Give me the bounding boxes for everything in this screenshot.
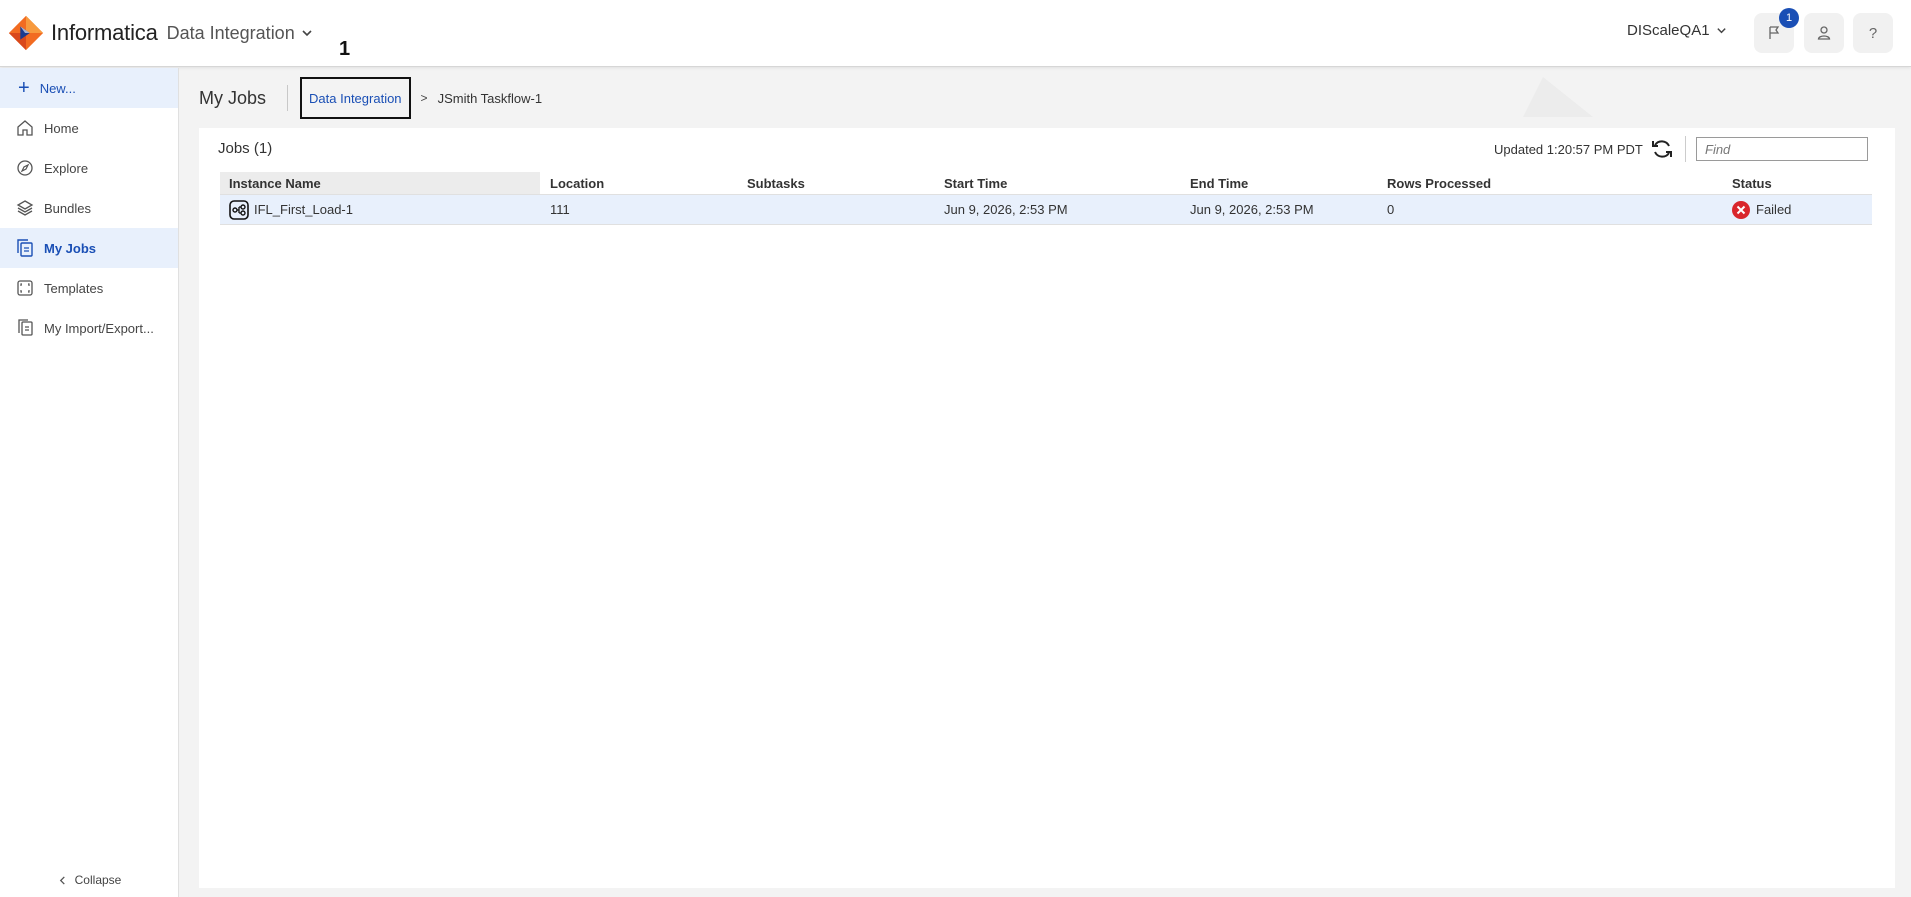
breadcrumb-link-label: Data Integration bbox=[309, 90, 402, 106]
sidebar-item-label: My Jobs bbox=[44, 240, 97, 256]
taskflow-icon bbox=[229, 199, 249, 220]
notification-badge: 1 bbox=[1779, 8, 1799, 28]
divider bbox=[287, 85, 289, 111]
brand-name: Informatica bbox=[51, 20, 158, 45]
service-name: Data Integration bbox=[166, 22, 295, 43]
column-header-subtasks[interactable]: Subtasks bbox=[737, 172, 934, 194]
cell-start-time: Jun 9, 2026, 2:53 PM bbox=[944, 202, 1068, 217]
page-header: My Jobs Data Integration > JSmith Taskfl… bbox=[199, 77, 543, 119]
sidebar-item-explore[interactable]: Explore bbox=[0, 148, 178, 188]
breadcrumb-current: JSmith Taskflow-1 bbox=[437, 90, 543, 106]
plus-icon: + bbox=[18, 77, 30, 99]
sidebar-item-label: Templates bbox=[44, 280, 104, 296]
jobs-count-title: Jobs (1) bbox=[218, 140, 273, 157]
step-marker: 1 bbox=[339, 38, 351, 60]
new-label: New... bbox=[39, 80, 76, 96]
collapse-label: Collapse bbox=[74, 873, 122, 887]
chevron-left-icon bbox=[59, 875, 65, 885]
column-header-location[interactable]: Location bbox=[540, 172, 737, 194]
top-header: Informatica Data Integration DIScaleQA1 … bbox=[0, 0, 1911, 67]
column-header-rows-processed[interactable]: Rows Processed bbox=[1377, 172, 1722, 194]
cell-end-time: Jun 9, 2026, 2:53 PM bbox=[1190, 202, 1314, 217]
table-header: Instance Name Location Subtasks Start Ti… bbox=[220, 172, 1872, 194]
sidebar-item-label: My Import/Export... bbox=[44, 320, 154, 336]
breadcrumb-data-integration-link[interactable]: Data Integration bbox=[300, 77, 411, 119]
jobs-panel: Jobs (1) Updated 1:20:57 PM PDT Instance… bbox=[199, 128, 1895, 888]
org-switcher[interactable]: DIScaleQA1 bbox=[1627, 22, 1727, 39]
divider bbox=[1685, 136, 1686, 162]
collapse-button[interactable]: Collapse bbox=[0, 865, 179, 895]
help-button[interactable]: ? bbox=[1853, 13, 1893, 53]
column-header-start-time[interactable]: Start Time bbox=[934, 172, 1180, 194]
service-switcher[interactable]: Data Integration bbox=[167, 23, 313, 44]
find-input[interactable] bbox=[1696, 137, 1868, 161]
user-icon bbox=[1817, 26, 1831, 40]
cell-location: 111 bbox=[550, 202, 570, 217]
column-header-status[interactable]: Status bbox=[1722, 172, 1872, 194]
sidebar-item-label: Home bbox=[44, 120, 79, 136]
sidebar-item-my-jobs[interactable]: My Jobs bbox=[0, 228, 178, 268]
breadcrumb-separator: > bbox=[420, 91, 428, 105]
chevron-down-icon bbox=[1716, 28, 1726, 34]
org-name: DIScaleQA1 bbox=[1627, 22, 1710, 39]
informatica-logo[interactable] bbox=[7, 14, 45, 52]
flag-icon bbox=[1769, 26, 1780, 39]
jobs-icon bbox=[17, 239, 33, 257]
table-row[interactable]: IFL_First_Load-1 111 Jun 9, 2026, 2:53 P… bbox=[220, 194, 1872, 225]
status-badge[interactable]: Failed bbox=[1732, 200, 1872, 219]
sidebar-item-import-export[interactable]: My Import/Export... bbox=[0, 308, 178, 348]
watermark-shape bbox=[1523, 77, 1593, 117]
chevron-down-icon bbox=[302, 30, 312, 37]
cell-rows-processed: 0 bbox=[1387, 202, 1395, 217]
sidebar-item-label: Explore bbox=[44, 160, 89, 176]
page-title: My Jobs bbox=[199, 87, 267, 108]
layers-icon bbox=[16, 200, 34, 216]
refresh-icon[interactable] bbox=[1650, 137, 1674, 161]
sidebar: + New... Home Explore Bundles My Jobs Te… bbox=[0, 68, 179, 897]
jobs-table: Instance Name Location Subtasks Start Ti… bbox=[220, 172, 1872, 225]
help-icon: ? bbox=[1868, 24, 1878, 42]
sidebar-item-home[interactable]: Home bbox=[0, 108, 178, 148]
instance-name-link[interactable]: IFL_First_Load-1 bbox=[254, 202, 353, 217]
import-export-icon bbox=[18, 319, 33, 336]
sidebar-item-templates[interactable]: Templates bbox=[0, 268, 178, 308]
new-button[interactable]: + New... bbox=[0, 68, 178, 108]
sidebar-item-bundles[interactable]: Bundles bbox=[0, 188, 178, 228]
column-header-end-time[interactable]: End Time bbox=[1180, 172, 1377, 194]
home-icon bbox=[17, 120, 33, 136]
error-icon bbox=[1732, 200, 1750, 219]
compass-icon bbox=[17, 160, 33, 176]
sidebar-item-label: Bundles bbox=[44, 200, 91, 216]
cell-instance-name: IFL_First_Load-1 bbox=[220, 199, 540, 220]
user-menu-button[interactable] bbox=[1804, 13, 1844, 53]
templates-icon bbox=[17, 280, 33, 296]
updated-timestamp: Updated 1:20:57 PM PDT bbox=[1494, 142, 1643, 157]
status-label: Failed bbox=[1756, 202, 1792, 217]
cell-status: Failed bbox=[1722, 200, 1872, 219]
column-header-instance-name[interactable]: Instance Name bbox=[220, 172, 540, 194]
